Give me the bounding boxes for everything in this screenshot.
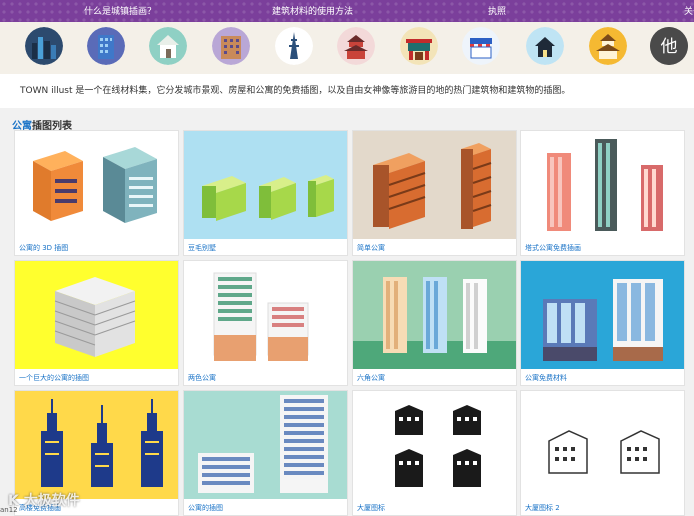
card-image — [184, 261, 347, 369]
other-icon[interactable]: 他 — [650, 27, 688, 65]
card-image — [521, 391, 684, 499]
office-building-icon[interactable] — [87, 27, 125, 65]
card-caption[interactable]: 六角公寓 — [357, 373, 385, 383]
house-icon[interactable] — [149, 27, 187, 65]
tower-icon[interactable] — [275, 27, 313, 65]
card-caption[interactable]: 公寓的插图 — [188, 503, 223, 513]
card-huge-apartment[interactable]: 一个巨大的公寓的插图 — [15, 261, 178, 385]
city-skyline-icon[interactable] — [25, 27, 63, 65]
top-nav: 什么是城镇插画？ 建筑材料的使用方法 执照 关于 — [0, 0, 694, 22]
nav-about[interactable]: 关于 — [684, 4, 694, 17]
apartment-icon[interactable] — [212, 27, 250, 65]
nav-how-to-use[interactable]: 建筑材料的使用方法 — [272, 4, 353, 17]
card-apartment-illustration[interactable]: 公寓的插图 — [184, 391, 347, 515]
watermark-sub: an12 — [0, 506, 18, 514]
card-simple-apartment[interactable]: 简单公寓 — [353, 131, 516, 255]
card-two-color-apartment[interactable]: 两色公寓 — [184, 261, 347, 385]
nav-what-is[interactable]: 什么是城镇插画？ — [84, 4, 156, 17]
shop-icon[interactable] — [462, 27, 500, 65]
intro-text: TOWN illust 是一个在线材料集，它分发城市景观、房屋和公寓的免费插图，… — [20, 86, 571, 96]
card-caption[interactable]: 简单公寓 — [357, 243, 385, 253]
watermark: K 大极软件 — [8, 493, 80, 509]
temple-icon[interactable] — [337, 27, 375, 65]
card-3d-apartment[interactable]: 公寓的 3D 插图 — [15, 131, 178, 255]
card-building-icon-2[interactable]: 大厦图标 2 — [521, 391, 684, 515]
card-image — [353, 391, 516, 499]
card-image — [353, 131, 516, 239]
card-image — [15, 261, 178, 369]
card-image — [15, 131, 178, 239]
card-caption[interactable]: 大厦图标 2 — [525, 503, 560, 513]
card-caption[interactable]: 公寓免费材料 — [525, 373, 567, 383]
section-title: 公寓插图列表 — [12, 117, 72, 132]
card-caption[interactable]: 公寓的 3D 插图 — [19, 243, 68, 253]
shrine-gate-icon[interactable] — [400, 27, 438, 65]
dark-house-icon[interactable] — [526, 27, 564, 65]
card-image — [184, 391, 347, 499]
other-icon-label: 他 — [661, 37, 678, 57]
card-image — [15, 391, 178, 499]
card-image — [521, 261, 684, 369]
card-image — [353, 261, 516, 369]
card-caption[interactable]: 一个巨大的公寓的插图 — [19, 373, 89, 383]
card-image — [521, 131, 684, 239]
intro-box: TOWN illust 是一个在线材料集，它分发城市景观、房屋和公寓的免费插图，… — [0, 74, 694, 108]
card-hexagon-apartment[interactable]: 六角公寓 — [353, 261, 516, 385]
card-caption[interactable]: 两色公寓 — [188, 373, 216, 383]
card-caption[interactable]: 大厦图标 — [357, 503, 385, 513]
castle-icon[interactable] — [589, 27, 627, 65]
category-strip: 他 — [0, 22, 694, 74]
card-caption[interactable]: 豆毛别墅 — [188, 243, 216, 253]
card-tower-apartment[interactable]: 塔式公寓免费插画 — [521, 131, 684, 255]
card-apartment-free-material[interactable]: 公寓免费材料 — [521, 261, 684, 385]
card-bean-villa[interactable]: 豆毛别墅 — [184, 131, 347, 255]
card-image — [184, 131, 347, 239]
nav-license[interactable]: 执照 — [488, 4, 506, 17]
card-building-icon[interactable]: 大厦图标 — [353, 391, 516, 515]
card-caption[interactable]: 塔式公寓免费插画 — [525, 243, 581, 253]
